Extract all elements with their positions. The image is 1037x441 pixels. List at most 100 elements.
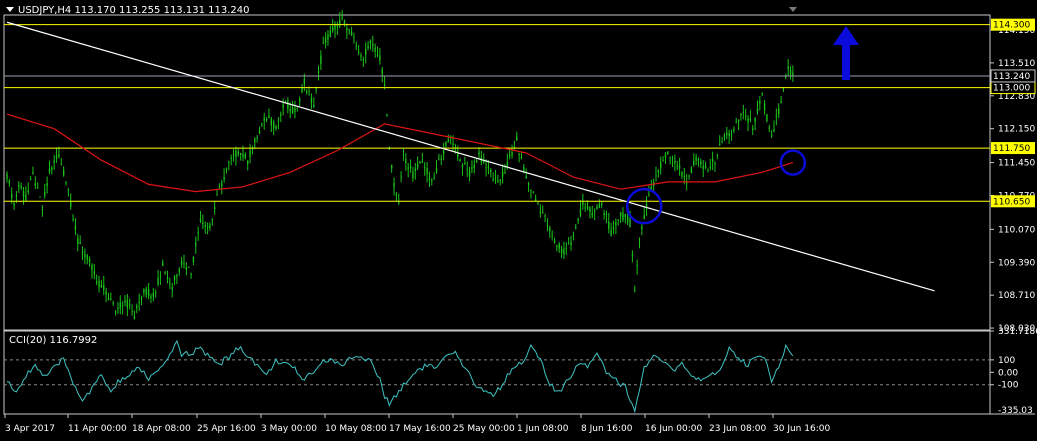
current-price-label: 113.240 — [993, 72, 1030, 82]
candle-body — [242, 153, 244, 158]
candle-body — [225, 168, 228, 170]
chart-canvas: 114.190113.510112.830112.150111.450110.7… — [3, 7, 1037, 434]
candle-body — [556, 245, 558, 248]
candle-body — [218, 186, 221, 188]
candle-body — [180, 260, 183, 265]
candle-body — [664, 154, 667, 158]
candle-body — [419, 161, 421, 163]
candle-body — [558, 243, 560, 249]
candle-body — [608, 221, 610, 229]
candle-body — [497, 180, 499, 182]
candle-body — [487, 166, 490, 169]
candle-body — [103, 284, 105, 290]
candle-body — [589, 207, 591, 212]
candle-body — [265, 119, 268, 121]
candle-body — [343, 20, 346, 25]
candle-body — [263, 117, 265, 121]
candle-body — [282, 104, 284, 108]
cci-tick-label: 100 — [998, 356, 1015, 366]
candle-body — [742, 112, 745, 114]
time-tick-label: 3 Apr 2017 — [5, 424, 55, 434]
candle-body — [433, 177, 435, 179]
candle-body — [631, 254, 634, 256]
candle-body — [516, 136, 518, 141]
candle-body — [657, 170, 660, 173]
candle-body — [527, 183, 530, 185]
candle-body — [695, 156, 697, 161]
candle-body — [298, 98, 301, 102]
candle-body — [88, 258, 91, 263]
candle-body — [671, 158, 674, 160]
candle-body — [584, 207, 586, 209]
candle-body — [254, 138, 256, 143]
candle-body — [565, 248, 568, 250]
candle-body — [426, 168, 428, 175]
candle-body — [322, 43, 324, 45]
candle-body — [327, 34, 329, 40]
candle-body — [249, 150, 251, 158]
price-tick-label: 109.390 — [998, 258, 1035, 268]
candle-body — [117, 307, 119, 309]
candle-body — [612, 227, 615, 230]
candle-body — [376, 54, 379, 56]
candle-body — [570, 242, 572, 246]
candle-body — [157, 277, 159, 285]
candle-body — [726, 132, 728, 136]
candle-body — [492, 179, 494, 181]
candle-body — [6, 173, 8, 180]
candle-body — [91, 264, 93, 271]
candle-body — [447, 138, 450, 143]
candle-body — [145, 288, 147, 295]
candle-body — [490, 169, 492, 173]
candle-body — [86, 255, 88, 260]
candle-body — [395, 194, 398, 196]
candle-body — [508, 155, 511, 157]
candle-body — [636, 264, 638, 267]
candle-body — [350, 31, 353, 36]
candle-body — [20, 186, 22, 189]
candle-body — [461, 165, 464, 168]
candle-body — [506, 162, 509, 167]
candle-body — [232, 154, 235, 156]
candle-body — [770, 135, 773, 137]
candle-body — [700, 161, 702, 165]
candle-body — [577, 219, 579, 221]
candle-body — [744, 116, 747, 118]
candle-body — [428, 178, 431, 180]
price-tick-label: 112.150 — [998, 125, 1035, 135]
candle-body — [235, 150, 237, 158]
candle-body — [707, 170, 709, 172]
candle-body — [272, 122, 275, 128]
candle-body — [77, 238, 79, 244]
candle-body — [730, 133, 733, 135]
candle-body — [693, 160, 695, 165]
candle-body — [390, 164, 393, 168]
candle-body — [747, 117, 749, 123]
candle-body — [244, 153, 247, 159]
candle-body — [308, 91, 310, 93]
candle-body — [532, 191, 534, 193]
candle-body — [457, 153, 459, 157]
candle-body — [154, 291, 157, 293]
cci-tick-label: 0.00 — [998, 368, 1018, 378]
candle-body — [792, 72, 794, 76]
candle-body — [133, 315, 136, 320]
candle-body — [379, 55, 381, 61]
candle-body — [74, 225, 77, 230]
candle-body — [442, 150, 445, 155]
candle-body — [41, 209, 44, 211]
collapse-triangle-icon[interactable] — [6, 7, 14, 12]
candle-body — [67, 189, 70, 191]
time-tick-label: 3 May 00:00 — [261, 424, 317, 434]
candle-body — [329, 30, 332, 37]
price-tick-label: 113.510 — [998, 59, 1035, 69]
candle-body — [598, 203, 601, 208]
candle-body — [424, 167, 426, 169]
candle-body — [162, 262, 164, 266]
candle-body — [372, 44, 374, 46]
candle-body — [728, 133, 730, 136]
candle-body — [55, 155, 58, 159]
candle-body — [126, 299, 129, 308]
candle-body — [32, 171, 34, 174]
candle-body — [494, 177, 497, 179]
